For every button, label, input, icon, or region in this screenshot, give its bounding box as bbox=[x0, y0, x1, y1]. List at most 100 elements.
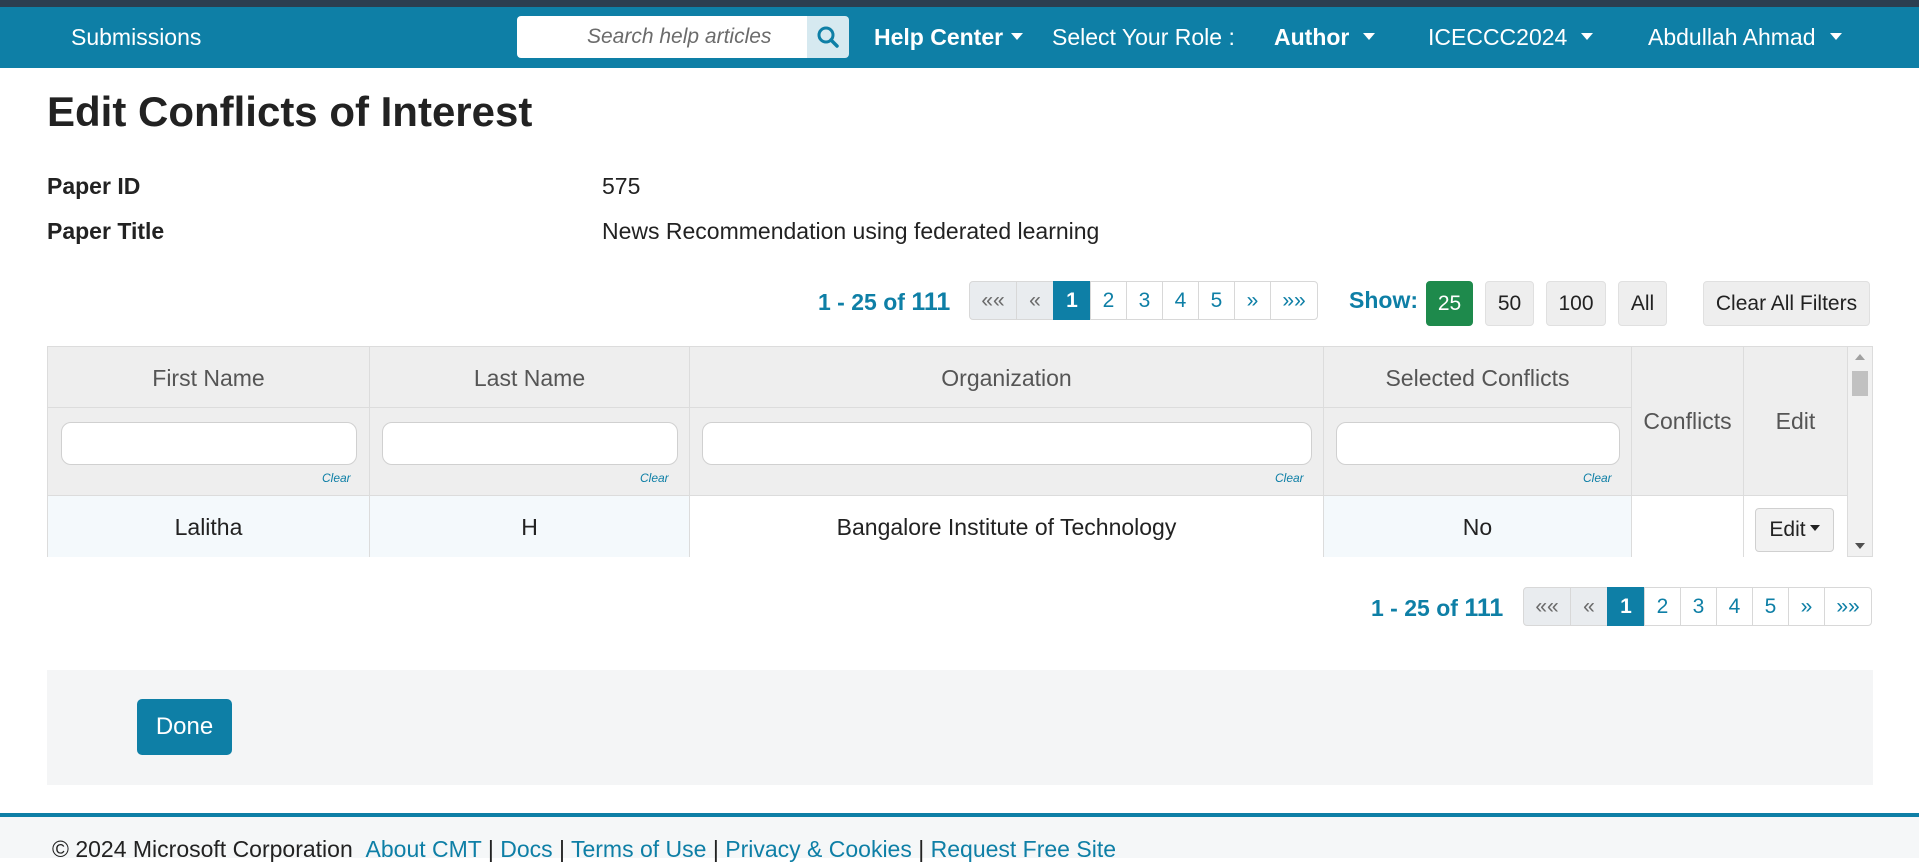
pager-page-5[interactable]: 5 bbox=[1752, 587, 1789, 626]
conference-label: ICECCC2024 bbox=[1428, 24, 1568, 50]
pager-page-1[interactable]: 1 bbox=[1607, 587, 1645, 626]
page-range-bottom: 1 - 25 of 111 bbox=[1371, 594, 1503, 623]
caret-down-icon bbox=[1829, 33, 1842, 41]
table-scrollbar[interactable] bbox=[1848, 347, 1872, 556]
clear-all-filters-button[interactable]: Clear All Filters bbox=[1703, 281, 1870, 326]
scroll-down-arrow-icon[interactable] bbox=[1848, 538, 1872, 554]
role-value: Author bbox=[1274, 24, 1350, 50]
clear-last-name-link[interactable]: Clear bbox=[640, 471, 669, 485]
filter-first-name-input[interactable] bbox=[61, 422, 357, 465]
show-25-button[interactable]: 25 bbox=[1426, 281, 1473, 326]
col-header-organization: Organization bbox=[941, 365, 1072, 391]
footer-link-privacy[interactable]: Privacy & Cookies bbox=[725, 836, 912, 862]
pager-bottom: «« « 1 2 3 4 5 » »» bbox=[1523, 587, 1872, 626]
footer-link-request-site[interactable]: Request Free Site bbox=[931, 836, 1116, 862]
footer-separator: | bbox=[918, 836, 925, 862]
footer-separator: | bbox=[559, 836, 565, 862]
navbar: Submissions Help Center Select Your Role… bbox=[0, 7, 1919, 68]
filter-last-name-input[interactable] bbox=[382, 422, 678, 465]
footer-link-terms[interactable]: Terms of Use bbox=[571, 836, 706, 862]
col-header-edit: Edit bbox=[1775, 408, 1816, 434]
cell-conflicts bbox=[1632, 495, 1744, 557]
scroll-up-arrow-icon[interactable] bbox=[1848, 349, 1872, 365]
col-header-conflicts: Conflicts bbox=[1643, 408, 1732, 434]
filter-organization-input[interactable] bbox=[702, 422, 1312, 465]
page-total: 111 bbox=[911, 288, 951, 316]
paper-title-label: Paper Title bbox=[47, 218, 165, 244]
row-edit-dropdown-button[interactable]: Edit bbox=[1755, 508, 1834, 552]
pager-last-button[interactable]: »» bbox=[1824, 587, 1872, 626]
footer-link-about[interactable]: About CMT bbox=[366, 836, 482, 862]
footer-separator: | bbox=[712, 836, 719, 862]
header-divider bbox=[48, 407, 1632, 408]
user-name: Abdullah Ahmad bbox=[1648, 24, 1816, 50]
show-label: Show: bbox=[1349, 287, 1418, 313]
role-label: Select Your Role : bbox=[1052, 24, 1235, 50]
role-dropdown[interactable]: Author bbox=[1274, 7, 1376, 68]
pager-page-4[interactable]: 4 bbox=[1162, 281, 1199, 320]
help-search-input[interactable] bbox=[517, 16, 807, 58]
nav-submissions-link[interactable]: Submissions bbox=[71, 7, 201, 68]
col-header-first-name: First Name bbox=[152, 365, 265, 391]
show-50-button[interactable]: 50 bbox=[1485, 281, 1534, 326]
footer-separator: | bbox=[487, 836, 494, 862]
pager-last-button[interactable]: »» bbox=[1270, 281, 1318, 320]
cell-last-name: H bbox=[370, 495, 690, 557]
help-center-label: Help Center bbox=[874, 24, 1004, 50]
cell-organization: Bangalore Institute of Technology bbox=[690, 495, 1324, 557]
footer-text: © 2024 Microsoft Corporation About CMT |… bbox=[52, 836, 1116, 863]
pager-page-1[interactable]: 1 bbox=[1053, 281, 1091, 320]
pager-page-3[interactable]: 3 bbox=[1126, 281, 1163, 320]
pager-prev-button[interactable]: « bbox=[1570, 587, 1608, 626]
edit-label: Edit bbox=[1769, 518, 1806, 541]
pager-prev-button[interactable]: « bbox=[1016, 281, 1054, 320]
pager-next-button[interactable]: » bbox=[1234, 281, 1271, 320]
col-edit: Edit bbox=[1744, 347, 1848, 495]
col-header-selected-conflicts: Selected Conflicts bbox=[1385, 365, 1570, 391]
paper-title-value: News Recommendation using federated lear… bbox=[602, 218, 1100, 244]
caret-down-icon bbox=[1011, 33, 1024, 41]
caret-down-icon bbox=[1581, 33, 1594, 41]
pager-next-button[interactable]: » bbox=[1788, 587, 1825, 626]
pager-page-2[interactable]: 2 bbox=[1644, 587, 1681, 626]
paper-id-value: 575 bbox=[602, 173, 641, 199]
footer-link-docs[interactable]: Docs bbox=[500, 836, 552, 862]
conference-dropdown[interactable]: ICECCC2024 bbox=[1428, 7, 1594, 68]
col-organization: Organization bbox=[690, 347, 1324, 495]
help-center-menu[interactable]: Help Center bbox=[874, 7, 1024, 68]
footer-copyright: © 2024 Microsoft Corporation bbox=[52, 836, 353, 862]
page-title: Edit Conflicts of Interest bbox=[47, 88, 533, 135]
caret-down-icon bbox=[1809, 525, 1820, 532]
pager-first-button[interactable]: «« bbox=[1523, 587, 1571, 626]
pager-top: «« « 1 2 3 4 5 » »» bbox=[969, 281, 1318, 320]
cell-selected-conflicts: No bbox=[1324, 495, 1632, 557]
pager-page-2[interactable]: 2 bbox=[1090, 281, 1127, 320]
done-button[interactable]: Done bbox=[137, 699, 232, 755]
conflicts-table: First Name Last Name Organization Select… bbox=[47, 346, 1873, 557]
col-conflicts: Conflicts bbox=[1632, 347, 1744, 495]
pager-page-5[interactable]: 5 bbox=[1198, 281, 1235, 320]
show-100-button[interactable]: 100 bbox=[1546, 281, 1606, 326]
top-strip bbox=[0, 0, 1919, 7]
scrollbar-thumb[interactable] bbox=[1852, 371, 1868, 396]
clear-organization-link[interactable]: Clear bbox=[1275, 471, 1304, 485]
page-total: 111 bbox=[1464, 594, 1504, 622]
pager-page-4[interactable]: 4 bbox=[1716, 587, 1753, 626]
page-range-text: 1 - 25 of bbox=[818, 289, 912, 315]
page-range-top: 1 - 25 of 111 bbox=[818, 288, 950, 317]
page-range-text: 1 - 25 of bbox=[1371, 595, 1465, 621]
search-icon bbox=[817, 26, 839, 48]
help-search-button[interactable] bbox=[807, 16, 849, 58]
pager-first-button[interactable]: «« bbox=[969, 281, 1017, 320]
done-panel bbox=[47, 670, 1873, 785]
pager-page-3[interactable]: 3 bbox=[1680, 587, 1717, 626]
clear-first-name-link[interactable]: Clear bbox=[322, 471, 351, 485]
show-all-button[interactable]: All bbox=[1618, 281, 1667, 326]
col-header-last-name: Last Name bbox=[473, 365, 586, 391]
filter-selected-conflicts-input[interactable] bbox=[1336, 422, 1620, 465]
caret-down-icon bbox=[1363, 33, 1376, 41]
clear-selected-conflicts-link[interactable]: Clear bbox=[1583, 471, 1612, 485]
cell-first-name: Lalitha bbox=[48, 495, 370, 557]
user-menu[interactable]: Abdullah Ahmad bbox=[1648, 7, 1842, 68]
paper-id-label: Paper ID bbox=[47, 173, 141, 199]
